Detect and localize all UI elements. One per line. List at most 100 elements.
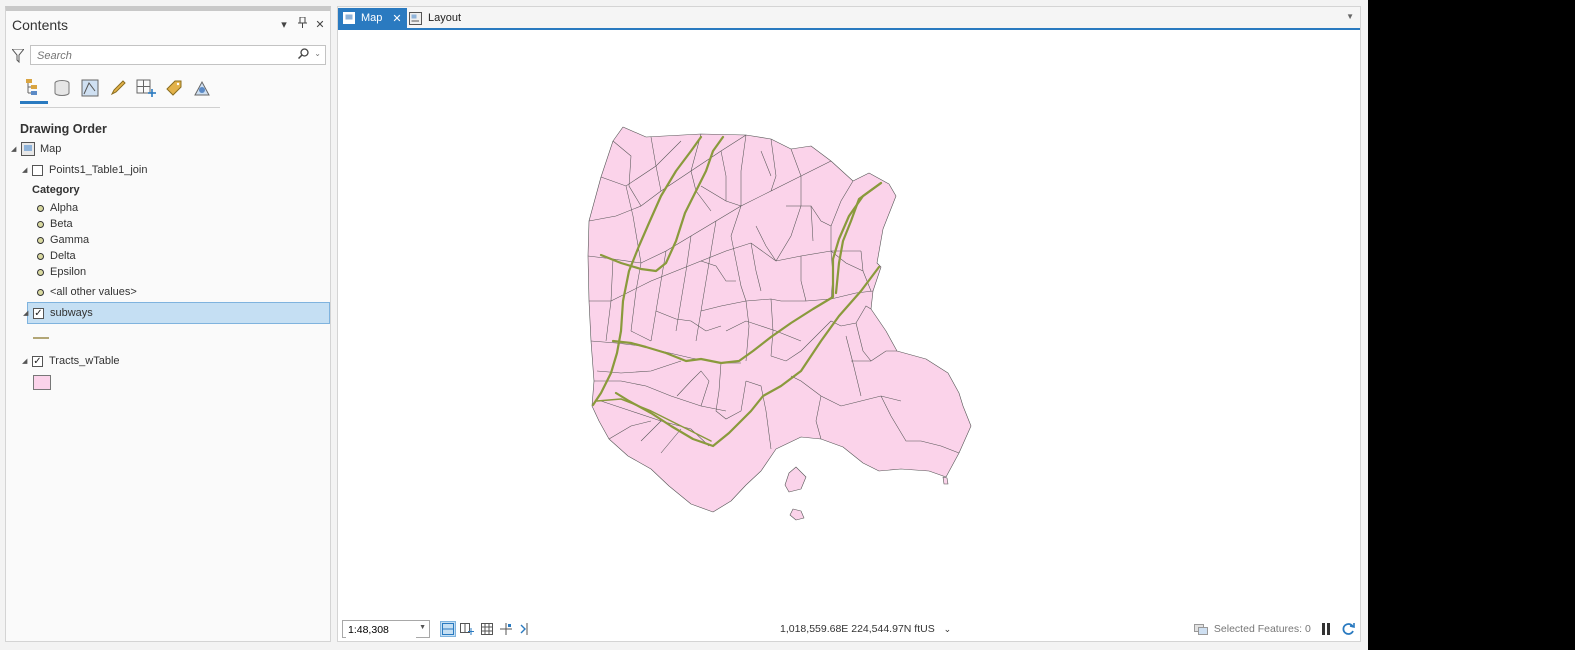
layer-points1-table1-join[interactable]: ◢ Points1_Table1_join	[22, 160, 147, 180]
point-symbol-icon	[37, 236, 44, 244]
close-icon[interactable]: ✕	[392, 12, 401, 25]
tab-label: Layout	[428, 12, 462, 24]
database-icon	[54, 80, 70, 96]
class-label: Alpha	[50, 202, 79, 214]
map-canvas[interactable]	[338, 30, 1360, 618]
pencil-icon	[110, 80, 126, 96]
list-by-labeling-button[interactable]	[160, 73, 188, 103]
grid-navigate-icon	[442, 623, 454, 635]
search-options-chevron-icon[interactable]: ⌄	[314, 49, 321, 58]
refresh-button[interactable]	[1340, 621, 1356, 637]
collapse-triangle-icon[interactable]: ◢	[23, 309, 33, 317]
pause-icon	[1322, 623, 1330, 635]
layer-visibility-checkbox[interactable]: ✓	[32, 355, 43, 367]
tab-map[interactable]: Map ✕	[338, 8, 407, 28]
search-input[interactable]	[35, 47, 294, 65]
chevron-down-icon[interactable]: ▼	[419, 624, 426, 631]
search-box[interactable]: ⌄	[30, 45, 326, 65]
label-tag-icon	[166, 80, 182, 96]
pin-icon[interactable]	[296, 16, 308, 31]
tiny-island-tract	[942, 476, 949, 485]
list-by-perspective-button[interactable]	[188, 73, 216, 103]
contents-title: Contents	[12, 17, 69, 33]
layer-visibility-checkbox[interactable]: ✓	[33, 307, 44, 319]
map-icon	[343, 12, 355, 24]
map-status-bar: ▼ 1,018,559.68E 224,544.97N ftUS ⌄	[338, 617, 1360, 641]
class-label: Beta	[50, 218, 73, 230]
legend-class-epsilon[interactable]: Epsilon	[37, 262, 86, 282]
collapse-triangle-icon[interactable]: ◢	[22, 357, 32, 365]
class-label: Gamma	[50, 234, 90, 246]
layout-icon	[409, 11, 422, 25]
collapse-triangle-icon[interactable]: ◢	[22, 166, 32, 174]
snapping-grid-icon	[136, 79, 156, 97]
pane-options-icon[interactable]: ▾	[278, 18, 290, 31]
layer-tracts-wtable[interactable]: ◢ ✓ Tracts_wTable	[22, 351, 120, 371]
close-icon[interactable]: ✕	[314, 18, 326, 31]
tracts-outline	[587, 126, 972, 513]
layer-name: subways	[50, 307, 93, 319]
class-label: <all other values>	[50, 286, 137, 298]
contents-view-toolbar	[20, 73, 220, 108]
point-symbol-icon	[37, 204, 44, 212]
filter-icon[interactable]	[10, 48, 26, 66]
legend-heading: Category	[32, 184, 80, 196]
correction-icon	[520, 623, 527, 635]
view-tab-bar: Map ✕ Layout ▼	[338, 7, 1360, 30]
coordinates-text: 1,018,559.68E 224,544.97N ftUS	[780, 623, 935, 635]
tab-layout[interactable]: Layout	[404, 8, 466, 28]
selection-map-icon	[81, 79, 99, 97]
selection-icon	[1194, 623, 1208, 635]
polygon-symbol-icon	[33, 372, 51, 392]
list-by-editing-button[interactable]	[104, 73, 132, 103]
contents-pane: Contents ▾ ✕ ⌄	[5, 6, 331, 642]
tab-label: Map	[361, 12, 383, 24]
list-by-snapping-button[interactable]	[132, 73, 160, 103]
grid-icon	[481, 623, 493, 635]
navigation-tool-button[interactable]	[440, 621, 456, 637]
selected-features-indicator[interactable]: Selected Features: 0	[1194, 623, 1311, 635]
pause-drawing-button[interactable]	[1318, 621, 1334, 637]
snapping-toggle-button[interactable]	[459, 621, 475, 637]
grid-toggle-button[interactable]	[479, 621, 495, 637]
class-label: Epsilon	[50, 266, 87, 278]
pane-controls: ▾ ✕	[278, 16, 326, 31]
point-symbol-icon	[37, 268, 44, 276]
cursor-coordinates: 1,018,559.68E 224,544.97N ftUS ⌄	[780, 623, 951, 635]
legend-class-other[interactable]: <all other values>	[37, 282, 137, 302]
small-island-tract	[789, 508, 805, 521]
class-label: Delta	[50, 250, 76, 262]
layer-name: Points1_Table1_join	[49, 164, 148, 176]
drawing-order-heading: Drawing Order	[20, 122, 107, 136]
perspective-imagery-icon	[194, 80, 210, 96]
chevron-down-icon[interactable]: ⌄	[944, 624, 952, 634]
map-node[interactable]: ◢ Map	[11, 139, 61, 159]
point-symbol-icon	[37, 252, 44, 260]
point-symbol-icon	[37, 220, 44, 228]
list-by-drawing-order-button[interactable]	[20, 73, 48, 104]
refresh-icon	[1342, 623, 1355, 635]
layer-visibility-checkbox[interactable]	[32, 164, 43, 176]
tracts-layer	[587, 126, 972, 521]
map-view-pane: Map ✕ Layout ▼ 1:48,308 ▼ 1,018,559.68E …	[337, 6, 1361, 642]
search-icon[interactable]	[297, 48, 309, 62]
snapping-icon	[460, 623, 474, 635]
collapse-triangle-icon[interactable]: ◢	[11, 145, 21, 153]
map-scale-input[interactable]	[346, 622, 416, 638]
layer-name: Tracts_wTable	[49, 355, 120, 367]
constraint-icon	[500, 623, 512, 635]
correction-toggle-button[interactable]	[517, 621, 533, 637]
map-scale-combobox[interactable]: ▼	[342, 620, 430, 638]
tab-list-chevron-icon[interactable]: ▼	[1346, 12, 1354, 21]
layer-subways[interactable]: ◢ ✓ subways	[23, 302, 330, 324]
point-symbol-icon	[37, 288, 44, 296]
island-tract	[784, 466, 807, 493]
list-by-source-button[interactable]	[48, 73, 76, 103]
list-by-selection-button[interactable]	[76, 73, 104, 103]
selected-features-text: Selected Features: 0	[1213, 623, 1311, 635]
map-node-label: Map	[40, 143, 62, 155]
arcgis-window: Contents ▾ ✕ ⌄	[0, 0, 1368, 650]
constraints-toggle-button[interactable]	[498, 621, 514, 637]
drawing-order-icon	[26, 79, 37, 95]
line-symbol-icon	[33, 328, 49, 348]
